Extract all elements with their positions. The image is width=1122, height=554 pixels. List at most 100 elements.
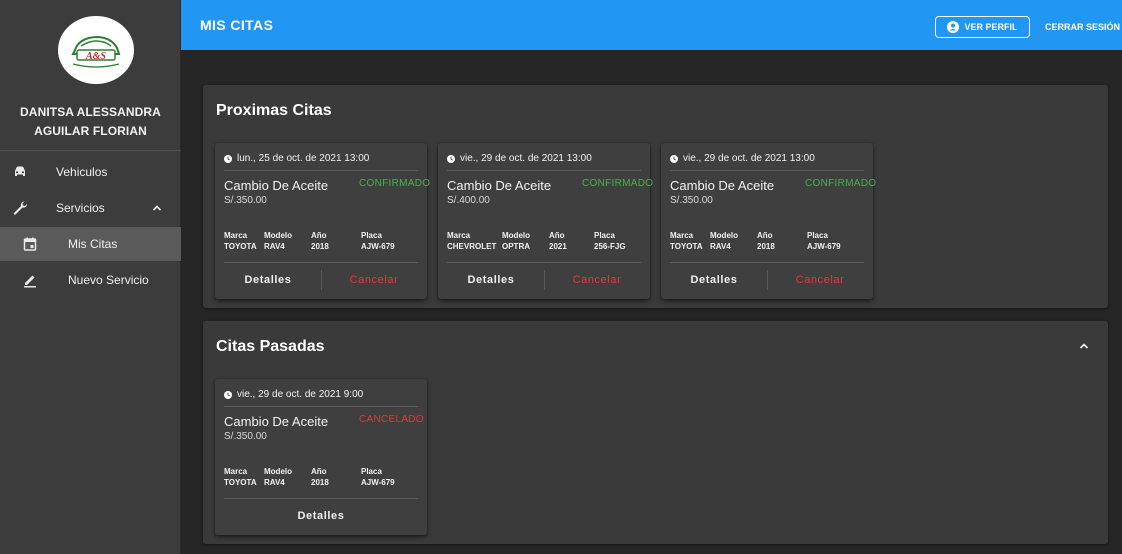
- appointment-card: lun., 25 de oct. de 2021 13:00 Cambio De…: [215, 143, 431, 299]
- cancelar-button[interactable]: Cancelar: [767, 274, 873, 286]
- sidebar: A&S DANITSA ALESSANDRA AGUILAR FLORIAN V…: [0, 0, 181, 554]
- status-badge: CONFIRMADO: [359, 178, 431, 189]
- anio-label: Año: [311, 231, 327, 240]
- marca-label: Marca: [224, 231, 248, 240]
- status-badge: CONFIRMADO: [805, 178, 877, 189]
- chevron-up-icon[interactable]: [1078, 340, 1090, 352]
- vehicle-placa: Placa AJW-679: [361, 230, 395, 252]
- marca-value: TOYOTA: [670, 242, 703, 251]
- ver-perfil-label: VER PERFIL: [964, 22, 1018, 32]
- sidebar-item-servicios[interactable]: Servicios: [0, 191, 181, 225]
- detalles-button[interactable]: Detalles: [661, 274, 767, 286]
- divider: [224, 262, 418, 263]
- user-name-line2: AGUILAR FLORIAN: [34, 124, 147, 138]
- app-logo: A&S: [58, 16, 134, 84]
- anio-value: 2018: [311, 478, 329, 487]
- divider: [224, 170, 418, 171]
- vehicle-placa: Placa AJW-679: [807, 230, 841, 252]
- date-text: vie., 29 de oct. de 2021 13:00: [683, 153, 815, 164]
- sidebar-item-label: Vehiculos: [56, 165, 108, 179]
- vehicle-marca: Marca TOYOTA: [224, 466, 257, 488]
- vehicle-marca: Marca CHEVROLET: [447, 230, 496, 252]
- anio-label: Año: [757, 231, 773, 240]
- appointment-date: lun., 25 de oct. de 2021 13:00: [224, 153, 369, 164]
- anio-label: Año: [311, 467, 327, 476]
- modelo-label: Modelo: [710, 231, 738, 240]
- modelo-value: RAV4: [710, 242, 731, 251]
- sidebar-item-label: Nuevo Servicio: [68, 273, 149, 287]
- pencil-icon: [24, 275, 36, 288]
- divider: [670, 262, 864, 263]
- logo-car-icon: A&S: [71, 35, 121, 68]
- divider: [224, 498, 418, 499]
- modelo-label: Modelo: [264, 467, 292, 476]
- sidebar-item-label: Mis Citas: [68, 237, 118, 251]
- wrench-icon: [13, 201, 28, 215]
- placa-value: AJW-679: [361, 242, 395, 251]
- detalles-button[interactable]: Detalles: [215, 510, 427, 522]
- logo-text: A&S: [85, 51, 106, 62]
- ver-perfil-button[interactable]: VER PERFIL: [935, 16, 1030, 38]
- main-content: Proximas Citas lun., 25 de oct. de 2021 …: [181, 50, 1122, 554]
- anio-value: 2021: [549, 242, 567, 251]
- modelo-label: Modelo: [502, 231, 530, 240]
- service-name: Cambio De Aceite: [670, 178, 775, 193]
- divider: [447, 262, 641, 263]
- service-price: S/.350.00: [670, 195, 713, 206]
- sidebar-item-nuevo-servicio[interactable]: Nuevo Servicio: [0, 263, 181, 297]
- vehicle-placa: Placa AJW-679: [361, 466, 395, 488]
- user-name: DANITSA ALESSANDRA AGUILAR FLORIAN: [0, 103, 181, 141]
- service-name: Cambio De Aceite: [224, 178, 329, 193]
- panel-title: Proximas Citas: [216, 102, 332, 119]
- detalles-button[interactable]: Detalles: [438, 274, 544, 286]
- cerrar-sesion-button[interactable]: CERRAR SESIÓN: [1045, 22, 1120, 32]
- chevron-up-icon[interactable]: [152, 203, 162, 213]
- clock-icon: [224, 154, 232, 163]
- sidebar-item-mis-citas[interactable]: Mis Citas: [0, 227, 181, 261]
- page-title: MIS CITAS: [200, 17, 274, 33]
- clock-icon: [447, 154, 455, 163]
- appointment-card: vie., 29 de oct. de 2021 13:00 Cambio De…: [661, 143, 877, 299]
- marca-label: Marca: [447, 231, 471, 240]
- cancelar-button[interactable]: Cancelar: [321, 274, 427, 286]
- sidebar-item-vehiculos[interactable]: Vehiculos: [0, 155, 181, 189]
- vehicle-placa: Placa 256-FJG: [594, 230, 626, 252]
- placa-value: AJW-679: [807, 242, 841, 251]
- placa-value: AJW-679: [361, 478, 395, 487]
- modelo-value: RAV4: [264, 242, 285, 251]
- status-badge: CANCELADO: [359, 414, 424, 425]
- divider: [224, 406, 418, 407]
- date-text: lun., 25 de oct. de 2021 13:00: [237, 153, 370, 164]
- appointment-card: vie., 29 de oct. de 2021 13:00 Cambio De…: [438, 143, 654, 299]
- service-name: Cambio De Aceite: [447, 178, 552, 193]
- placa-label: Placa: [594, 231, 615, 240]
- service-name: Cambio De Aceite: [224, 414, 329, 429]
- vehicle-marca: Marca TOYOTA: [224, 230, 257, 252]
- vehicle-modelo: Modelo OPTRA: [502, 230, 530, 252]
- modelo-value: RAV4: [264, 478, 285, 487]
- modelo-value: OPTRA: [502, 242, 530, 251]
- account-circle-icon: [947, 21, 960, 33]
- detalles-button[interactable]: Detalles: [215, 274, 321, 286]
- placa-label: Placa: [807, 231, 828, 240]
- past-appointments-panel: Citas Pasadas vie., 29 de oct. de 2021 9…: [203, 321, 1108, 544]
- divider: [670, 170, 864, 171]
- modelo-label: Modelo: [264, 231, 292, 240]
- date-text: vie., 29 de oct. de 2021 13:00: [460, 153, 592, 164]
- anio-value: 2018: [757, 242, 775, 251]
- panel-title: Citas Pasadas: [216, 338, 325, 355]
- divider: [447, 170, 641, 171]
- vehicle-marca: Marca TOYOTA: [670, 230, 703, 252]
- marca-value: CHEVROLET: [447, 242, 497, 251]
- status-badge: CONFIRMADO: [582, 178, 654, 189]
- appointment-card: vie., 29 de oct. de 2021 9:00 Cambio De …: [215, 379, 427, 535]
- clock-icon: [224, 390, 232, 399]
- cancelar-button[interactable]: Cancelar: [544, 274, 650, 286]
- vehicle-anio: Año 2018: [311, 230, 329, 252]
- calendar-icon: [23, 237, 37, 251]
- car-icon: [15, 166, 25, 176]
- sidebar-item-label: Servicios: [56, 201, 105, 215]
- appointment-date: vie., 29 de oct. de 2021 13:00: [447, 153, 592, 164]
- app-bar: MIS CITAS VER PERFIL CERRAR SESIÓN: [181, 0, 1122, 50]
- vehicle-modelo: Modelo RAV4: [710, 230, 738, 252]
